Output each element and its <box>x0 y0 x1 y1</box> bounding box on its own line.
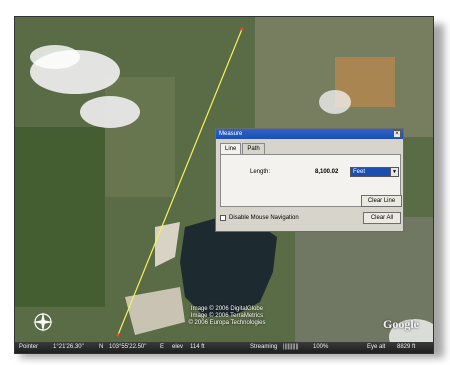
dialog-title: Measure <box>219 131 243 137</box>
length-value: 8,100.02 <box>315 169 339 175</box>
unit-select[interactable]: Feet ▼ <box>350 167 399 177</box>
google-earth-screenshot: Measure × Line Path Length: 8,100.02 Fee… <box>0 0 450 365</box>
pointer-lon-dir: E <box>160 344 165 350</box>
pointer-label: Pointer <box>19 344 39 350</box>
streaming-label: Streaming <box>250 344 278 350</box>
pointer-lon: 103°55'22.50" <box>109 344 147 350</box>
status-bar: Pointer 1°21'26.30" N 103°55'22.50" E el… <box>15 342 433 353</box>
tab-line[interactable]: Line <box>220 143 242 154</box>
elev-value: 114 ft <box>190 344 205 350</box>
disable-nav-checkbox[interactable] <box>220 215 226 221</box>
unit-selected: Feet <box>353 169 366 175</box>
disable-nav-label: Disable Mouse Navigation <box>229 215 299 221</box>
chevron-down-icon[interactable]: ▼ <box>390 168 398 176</box>
length-label: Length: <box>250 169 271 175</box>
copyright-line: © 2006 Europa Technologies <box>188 320 266 326</box>
dialog-titlebar[interactable]: Measure × <box>216 129 403 139</box>
close-button[interactable]: × <box>393 130 401 138</box>
copyright-line: Image © 2006 TerraMetrics <box>190 313 264 319</box>
imagery-copyright: Image © 2006 DigitalGlobe Image © 2006 T… <box>177 306 277 327</box>
disable-nav-option[interactable]: Disable Mouse Navigation <box>220 215 299 221</box>
measure-dialog: Measure × Line Path Length: 8,100.02 Fee… <box>215 128 404 232</box>
elev-label: elev <box>172 344 184 350</box>
copyright-line: Image © 2006 DigitalGlobe <box>190 306 264 312</box>
eye-alt-label: Eye alt <box>367 344 386 350</box>
line-panel: Length: 8,100.02 Feet ▼ Clear Line <box>220 154 402 207</box>
measure-tabs: Line Path <box>220 143 266 154</box>
map-viewport[interactable]: Measure × Line Path Length: 8,100.02 Fee… <box>14 16 434 354</box>
google-logo: Google <box>383 317 419 331</box>
clear-all-button[interactable]: Clear All <box>363 212 401 224</box>
pointer-lat-dir: N <box>99 344 104 350</box>
compass-icon[interactable] <box>32 311 54 333</box>
pointer-lat: 1°21'26.30" <box>53 344 84 350</box>
clear-line-button[interactable]: Clear Line <box>361 195 402 207</box>
tab-path[interactable]: Path <box>242 143 265 154</box>
streaming-percent: 100% <box>313 344 329 350</box>
streaming-bar: |||||||||| <box>283 344 299 350</box>
eye-alt-value: 8829 ft <box>397 344 416 350</box>
